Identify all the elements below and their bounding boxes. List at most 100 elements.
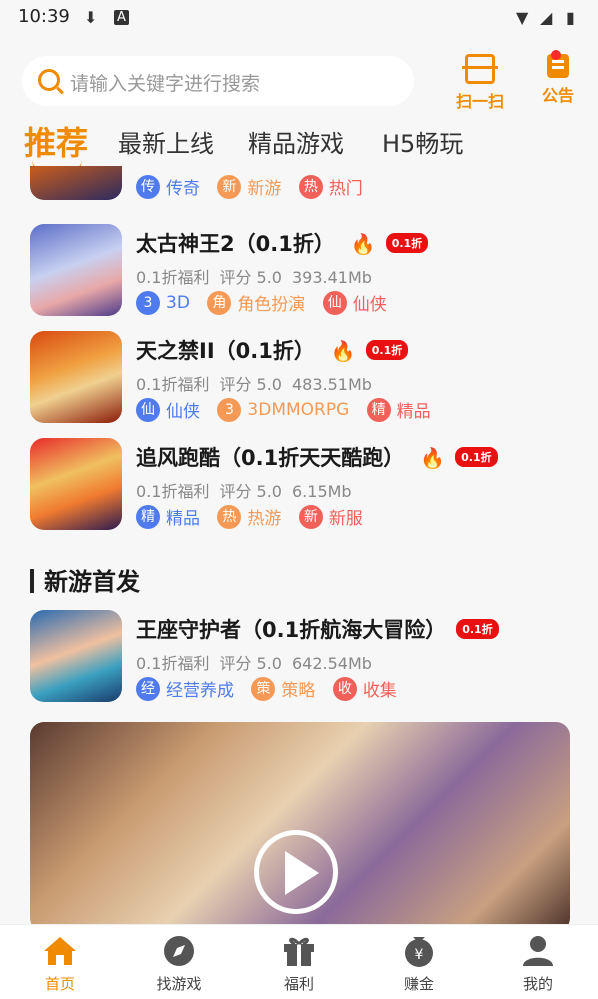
game-icon[interactable]: [30, 438, 122, 530]
tab-premium-games[interactable]: 精品游戏: [248, 124, 344, 159]
tag-badge: 仙: [136, 397, 160, 422]
tag[interactable]: 新新服: [298, 504, 363, 529]
game-tags: 经经营养成 策策略 收收集: [136, 676, 409, 701]
tag-label: 角色扮演: [237, 295, 306, 315]
tag-label: 仙侠: [166, 402, 200, 422]
tag-label: 新服: [328, 509, 363, 529]
tag-label: 仙侠: [352, 295, 387, 315]
game-title[interactable]: 王座守护者（0.1折航海大冒险）: [136, 618, 446, 642]
search-bar[interactable]: 请输入关键字进行搜索: [22, 56, 414, 106]
status-time: 10:39: [18, 6, 70, 27]
game-tags: 精精品 热热游 新新服: [136, 504, 375, 529]
game-meta: 0.1折福利 评分 5.0 483.51Mb: [136, 371, 382, 395]
game-title-line: 王座守护者（0.1折航海大冒险） 0.1折: [136, 614, 499, 644]
game-rating: 评分 5.0: [219, 375, 282, 394]
game-benefit: 0.1折福利: [136, 268, 210, 287]
game-tags: 传传奇 新新游 热热门: [136, 174, 375, 199]
notification-dot: [551, 50, 561, 60]
nav-home[interactable]: 首页: [20, 935, 100, 994]
tag-badge: 热: [217, 504, 242, 529]
nav-earn[interactable]: ¥ 赚金: [379, 935, 459, 994]
game-row[interactable]: 天之禁II（0.1折） 🔥 0.1折 0.1折福利 评分 5.0 483.51Mb 仙仙…: [0, 331, 598, 435]
tag[interactable]: 3 3D: [136, 290, 190, 315]
tag[interactable]: 热热游: [217, 504, 281, 529]
game-benefit: 0.1折福利: [136, 654, 210, 673]
game-title-line: 追风跑酷（0.1折天天酷跑） 🔥 0.1折: [136, 442, 498, 472]
nav-find-games[interactable]: 找游戏: [139, 935, 219, 994]
tag-badge: 角: [207, 290, 232, 315]
tag[interactable]: 角角色扮演: [207, 290, 305, 315]
tag-badge: 新: [298, 504, 323, 529]
tag-badge: 新: [217, 174, 242, 199]
tag[interactable]: 收收集: [332, 676, 397, 701]
nav-benefits-label: 福利: [283, 975, 314, 993]
gift-icon: [281, 935, 317, 967]
game-icon[interactable]: [30, 610, 122, 702]
game-title[interactable]: 天之禁II（0.1折）: [136, 339, 315, 363]
tag-badge: 精: [136, 504, 160, 529]
tag[interactable]: 仙仙侠: [136, 397, 200, 422]
tag-label: 新游: [247, 179, 282, 199]
game-benefit: 0.1折福利: [136, 375, 210, 394]
play-icon[interactable]: [254, 830, 338, 914]
scan-label: 扫一扫: [455, 92, 504, 111]
game-title[interactable]: 追风跑酷（0.1折天天酷跑）: [136, 446, 404, 470]
game-row[interactable]: 太古神王2（0.1折） 🔥 0.1折 0.1折福利 评分 5.0 393.41Mb 33…: [0, 224, 598, 328]
tag[interactable]: 3 3DMMORPG: [217, 397, 349, 422]
discount-badge: 0.1折: [365, 340, 409, 360]
game-meta: 0.1折福利 评分 5.0 6.15Mb: [136, 478, 362, 502]
scan-button[interactable]: 扫一扫: [450, 54, 510, 112]
tag-label: 热游: [247, 509, 282, 529]
discount-badge: 0.1折: [456, 619, 499, 639]
game-icon[interactable]: [30, 166, 122, 200]
game-size: 393.41Mb: [292, 268, 372, 287]
fire-icon: 🔥: [330, 339, 356, 363]
tag-badge: 热: [298, 174, 323, 199]
nav-find-games-label: 找游戏: [156, 975, 202, 993]
game-row[interactable]: 追风跑酷（0.1折天天酷跑） 🔥 0.1折 0.1折福利 评分 5.0 6.15Mb 精…: [0, 438, 598, 542]
featured-game-row[interactable]: 王座守护者（0.1折航海大冒险） 0.1折 0.1折福利 评分 5.0 642.54M…: [0, 610, 598, 714]
game-icon[interactable]: [30, 224, 122, 316]
tag[interactable]: 经经营养成: [136, 676, 234, 701]
notification-a-icon: A: [114, 10, 129, 25]
game-tags: 3 3D 角角色扮演 仙仙侠: [136, 290, 399, 315]
download-icon: ⬇: [84, 8, 98, 27]
status-bar: 10:39 ⬇ A ▼ ◢ ▮: [0, 0, 598, 36]
section-title: 新游首发: [30, 562, 140, 597]
tag-label: 精品: [396, 402, 431, 422]
tag[interactable]: 精精品: [136, 504, 200, 529]
battery-icon: ▮: [566, 8, 575, 27]
tag[interactable]: 热热门: [298, 174, 363, 199]
tag-badge: 精: [366, 397, 391, 422]
video-preview[interactable]: [30, 722, 570, 924]
game-title[interactable]: 太古神王2（0.1折）: [136, 232, 335, 256]
tag[interactable]: 仙仙侠: [322, 290, 387, 315]
game-size: 483.51Mb: [292, 375, 372, 394]
nav-benefits[interactable]: 福利: [259, 935, 339, 994]
search-placeholder[interactable]: 请输入关键字进行搜索: [70, 69, 260, 96]
compass-icon: [161, 935, 197, 967]
user-icon: [520, 935, 556, 967]
content-scroll[interactable]: 传传奇 新新游 热热门 太古神王2（0.1折） 🔥 0.1折 0.1折福利 评分 5.…: [0, 166, 598, 924]
bottom-nav: 首页 找游戏 福利 ¥ 赚金 我的: [0, 924, 598, 999]
tag-label: 3D: [166, 292, 190, 313]
notice-button[interactable]: 公告: [528, 50, 588, 106]
wifi-icon: ▼: [516, 8, 529, 27]
game-size: 6.15Mb: [292, 482, 352, 501]
fire-icon: 🔥: [350, 232, 376, 256]
tab-h5-play[interactable]: H5畅玩: [382, 124, 463, 159]
game-meta: 0.1折福利 评分 5.0 393.41Mb: [136, 264, 382, 288]
tag[interactable]: 新新游: [217, 174, 281, 199]
signal-icon: ◢: [540, 8, 553, 27]
tab-recommended[interactable]: 推荐: [24, 118, 88, 164]
tab-new-releases[interactable]: 最新上线: [118, 124, 214, 159]
tag[interactable]: 精精品: [366, 397, 431, 422]
tag-label: 经营养成: [166, 681, 234, 701]
nav-mine[interactable]: 我的: [498, 935, 578, 994]
tag[interactable]: 传传奇: [136, 174, 200, 199]
game-icon[interactable]: [30, 331, 122, 423]
tag[interactable]: 策策略: [251, 676, 315, 701]
discount-badge: 0.1折: [455, 447, 498, 467]
discount-badge: 0.1折: [385, 233, 429, 253]
game-row[interactable]: 传传奇 新新游 热热门: [0, 166, 598, 212]
